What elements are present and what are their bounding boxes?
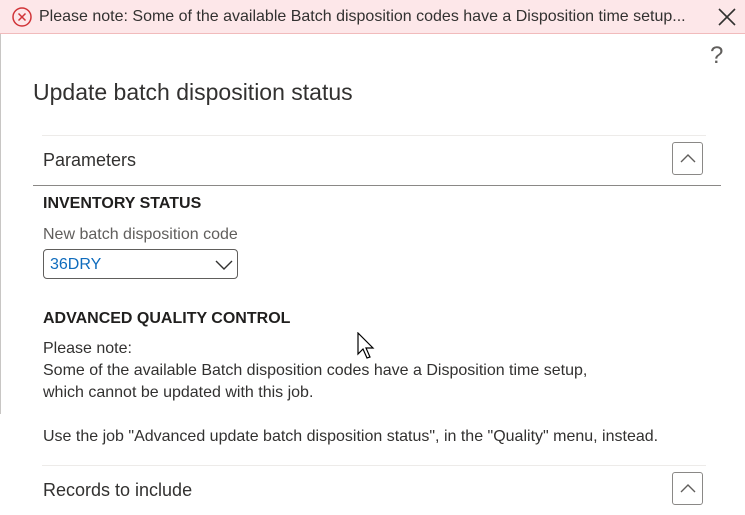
records-to-include-section-header[interactable]: Records to include bbox=[33, 465, 721, 515]
parameters-section-header[interactable]: Parameters bbox=[33, 135, 721, 186]
inventory-status-heading: INVENTORY STATUS bbox=[43, 195, 202, 212]
note-line: which cannot be updated with this job. bbox=[43, 384, 314, 401]
close-icon[interactable] bbox=[717, 7, 737, 27]
records-to-include-label: Records to include bbox=[43, 480, 193, 500]
page-title: Update batch disposition status bbox=[33, 79, 353, 105]
batch-disposition-code-value: 36DRY bbox=[50, 256, 102, 273]
new-batch-disposition-code-label: New batch disposition code bbox=[43, 226, 238, 243]
banner-message: Please note: Some of the available Batch… bbox=[39, 8, 686, 25]
batch-disposition-code-dropdown[interactable]: 36DRY bbox=[43, 249, 238, 279]
note-line: Please note: bbox=[43, 340, 132, 357]
error-circle-icon bbox=[12, 7, 32, 27]
parameters-section-label: Parameters bbox=[43, 150, 137, 170]
help-icon[interactable]: ? bbox=[710, 43, 723, 69]
mouse-pointer-icon bbox=[357, 332, 375, 359]
note-line: Some of the available Batch disposition … bbox=[43, 362, 588, 379]
chevron-up-icon bbox=[680, 484, 696, 493]
records-to-include-collapse-button[interactable] bbox=[672, 472, 703, 505]
parameters-collapse-button[interactable] bbox=[672, 142, 703, 175]
left-edge-rule bbox=[0, 34, 1, 414]
chevron-up-icon bbox=[680, 154, 696, 163]
advanced-quality-control-heading: ADVANCED QUALITY CONTROL bbox=[43, 310, 291, 327]
error-banner: Please note: Some of the available Batch… bbox=[0, 0, 745, 34]
chevron-down-icon bbox=[215, 260, 233, 270]
note-line: Use the job "Advanced update batch dispo… bbox=[43, 428, 659, 445]
